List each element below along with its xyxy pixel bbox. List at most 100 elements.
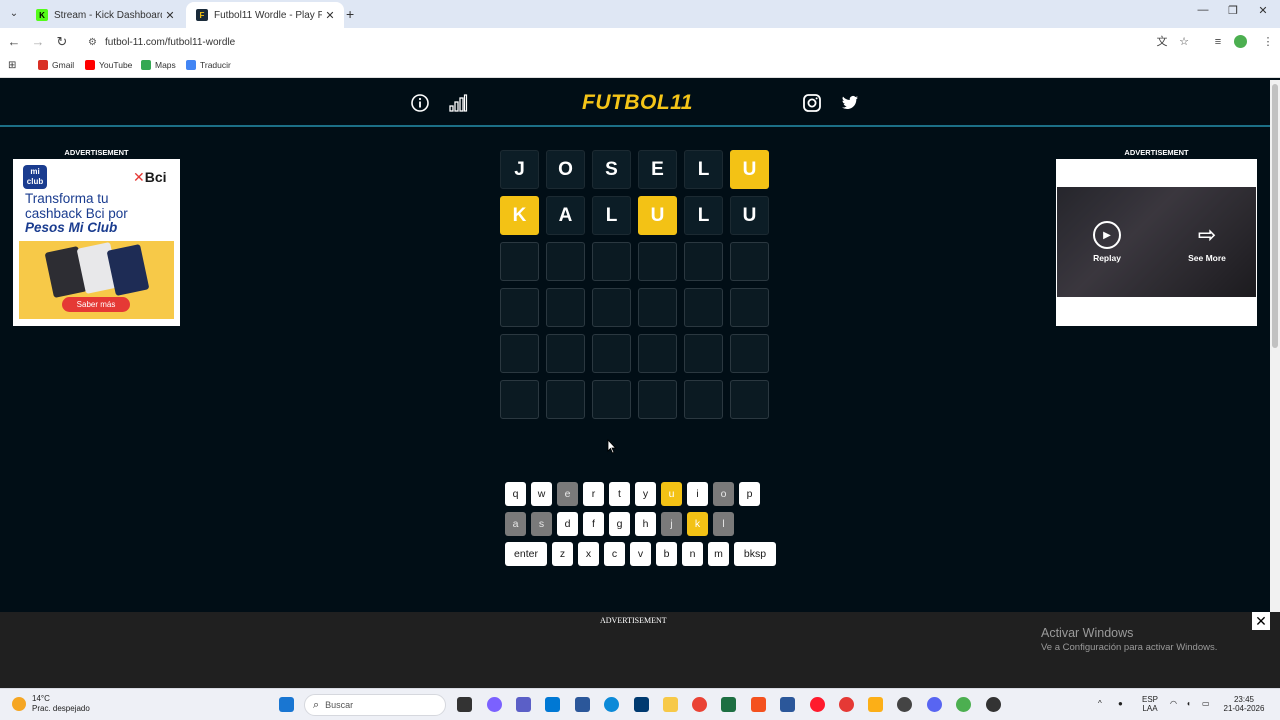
app-icon[interactable] [897, 697, 912, 712]
twitter-icon[interactable] [840, 93, 860, 113]
rockstar-icon[interactable] [868, 697, 883, 712]
excel-icon[interactable] [721, 697, 736, 712]
edge-icon[interactable] [604, 697, 619, 712]
key-k[interactable]: k [687, 512, 708, 536]
ad-banner-left[interactable]: mi club ✕Bci Transforma tu cashback Bci … [13, 159, 180, 326]
app-icon[interactable] [575, 697, 590, 712]
apps-icon[interactable]: ⊞ [8, 60, 16, 71]
app-icon[interactable] [692, 697, 707, 712]
stats-icon[interactable] [448, 93, 468, 113]
copilot-icon[interactable] [487, 697, 502, 712]
tab-search-icon[interactable]: ⌄ [6, 6, 22, 22]
see-more-button[interactable]: ⇨ See More [1183, 221, 1231, 263]
weather-description: Prac. despejado [32, 704, 90, 713]
bookmark-traducir[interactable]: Traducir [186, 60, 231, 70]
key-a[interactable]: a [505, 512, 526, 536]
taskbar-search[interactable]: ⌕ Buscar [304, 694, 446, 716]
clock[interactable]: 23:45 21-04-2026 [1222, 695, 1266, 713]
app-icon[interactable] [751, 697, 766, 712]
key-h[interactable]: h [635, 512, 656, 536]
key-enter[interactable]: enter [505, 542, 547, 566]
maximize-button[interactable]: ❐ [1218, 4, 1248, 17]
close-ad-button[interactable]: ✕ [1252, 612, 1270, 630]
lang-bottom: LAA [1142, 704, 1158, 713]
forward-icon[interactable]: → [30, 34, 46, 50]
key-o[interactable]: o [713, 482, 734, 506]
app-icon[interactable] [839, 697, 854, 712]
discord-icon[interactable] [927, 697, 942, 712]
tray-chevron-icon[interactable]: ^ [1098, 699, 1102, 708]
key-j[interactable]: j [661, 512, 682, 536]
key-y[interactable]: y [635, 482, 656, 506]
guess-row: KALULU [500, 196, 770, 235]
app-icon[interactable] [986, 697, 1001, 712]
key-w[interactable]: w [531, 482, 552, 506]
battery-icon[interactable]: ▭ [1202, 699, 1210, 708]
key-b[interactable]: b [656, 542, 677, 566]
app-icon[interactable] [634, 697, 649, 712]
key-v[interactable]: v [630, 542, 651, 566]
minimize-button[interactable]: — [1188, 4, 1218, 16]
close-icon[interactable]: ✕ [322, 9, 338, 22]
word-icon[interactable] [780, 697, 795, 712]
translate-icon[interactable]: 文 [1154, 35, 1170, 49]
replay-button[interactable]: ▶ Replay [1090, 221, 1124, 263]
wifi-icon[interactable]: ◠ [1170, 699, 1177, 708]
app-icon[interactable] [545, 697, 560, 712]
key-l[interactable]: l [713, 512, 734, 536]
key-n[interactable]: n [682, 542, 703, 566]
microphone-icon[interactable]: ● [1118, 699, 1123, 708]
info-icon[interactable] [410, 93, 430, 113]
guess-grid: JOSELUKALULU [500, 150, 770, 426]
site-info-icon[interactable]: ⚙ [88, 37, 97, 48]
bookmark-star-icon[interactable]: ☆ [1176, 35, 1192, 49]
key-bksp[interactable]: bksp [734, 542, 776, 566]
language-indicator[interactable]: ESP LAA [1140, 695, 1160, 713]
site-logo[interactable]: FUTBOL11 [582, 91, 693, 115]
bookmark-youtube[interactable]: YouTube [85, 60, 132, 70]
bci-x-icon: ✕ [133, 169, 145, 185]
key-m[interactable]: m [708, 542, 729, 566]
key-i[interactable]: i [687, 482, 708, 506]
key-q[interactable]: q [505, 482, 526, 506]
new-tab-button[interactable]: + [346, 6, 354, 22]
tab-kick-dashboard[interactable]: K Stream - Kick Dashboard ✕ [26, 2, 184, 28]
weather-widget[interactable]: 14°C Prac. despejado [12, 694, 90, 714]
key-e[interactable]: e [557, 482, 578, 506]
instagram-icon[interactable] [802, 93, 822, 113]
key-p[interactable]: p [739, 482, 760, 506]
profile-avatar[interactable] [1234, 35, 1247, 48]
close-icon[interactable]: ✕ [162, 9, 178, 22]
tab-futbol11-wordle[interactable]: F Futbol11 Wordle - Play Footbal ✕ [186, 2, 344, 28]
saber-mas-button[interactable]: Saber más [62, 297, 130, 312]
key-t[interactable]: t [609, 482, 630, 506]
window-close-button[interactable]: ✕ [1248, 4, 1278, 17]
key-s[interactable]: s [531, 512, 552, 536]
key-g[interactable]: g [609, 512, 630, 536]
key-r[interactable]: r [583, 482, 604, 506]
file-explorer-icon[interactable] [663, 697, 678, 712]
reload-icon[interactable]: ↻ [54, 34, 70, 50]
bookmark-gmail[interactable]: Gmail [38, 60, 74, 70]
scrollbar-thumb[interactable] [1272, 84, 1278, 348]
task-view-icon[interactable] [457, 697, 472, 712]
back-icon[interactable]: ← [6, 34, 22, 50]
key-x[interactable]: x [578, 542, 599, 566]
page-scrollbar[interactable] [1270, 80, 1280, 612]
media-controls-icon[interactable]: ≡ [1210, 35, 1226, 49]
volume-icon[interactable]: ◖ [1186, 699, 1191, 708]
bookmark-maps[interactable]: Maps [141, 60, 176, 70]
key-c[interactable]: c [604, 542, 625, 566]
more-menu-icon[interactable]: ⋮ [1260, 35, 1276, 49]
tab-title: Futbol11 Wordle - Play Footbal [214, 9, 322, 21]
key-f[interactable]: f [583, 512, 604, 536]
windows-start-icon[interactable] [279, 697, 294, 712]
chrome-icon[interactable] [956, 697, 971, 712]
teams-icon[interactable] [516, 697, 531, 712]
key-z[interactable]: z [552, 542, 573, 566]
opera-icon[interactable] [810, 697, 825, 712]
key-u[interactable]: u [661, 482, 682, 506]
url-field[interactable]: ⚙ futbol-11.com/futbol11-wordle [80, 31, 1200, 53]
key-d[interactable]: d [557, 512, 578, 536]
ad-video-right[interactable]: ▶ Replay ⇨ See More [1056, 159, 1257, 326]
